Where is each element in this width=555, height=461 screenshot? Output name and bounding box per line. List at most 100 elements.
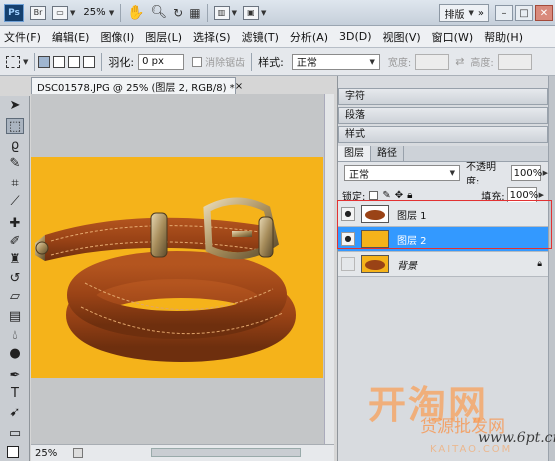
lock-all-icon[interactable]: 🔒︎ <box>407 190 412 201</box>
blend-row: 正常 ▼ 不透明度: 100% ▶ <box>338 162 548 188</box>
maximize-button[interactable]: □ <box>515 5 533 21</box>
eyedropper-tool-icon[interactable]: ⟋ <box>6 194 24 210</box>
tab-layers[interactable]: 图层 <box>338 146 371 161</box>
arrange-documents-button[interactable]: ▥ ▼ <box>213 4 237 22</box>
dodge-tool-icon[interactable]: ● <box>6 346 24 362</box>
minimize-button[interactable]: – <box>495 5 513 21</box>
ruler-icon[interactable]: ▦ <box>189 4 200 22</box>
panel-paragraph[interactable]: 段落 <box>338 107 548 124</box>
antialias-checkbox[interactable] <box>192 56 203 67</box>
new-selection-icon[interactable] <box>38 55 51 68</box>
menu-edit[interactable]: 编辑(E) <box>52 29 90 45</box>
feather-input[interactable]: 0 px <box>138 53 185 70</box>
clone-stamp-tool-icon[interactable]: ♜ <box>6 252 24 268</box>
shape-tool-icon[interactable]: ▭ <box>6 426 24 442</box>
menu-image[interactable]: 图像(I) <box>100 29 134 45</box>
layer-row[interactable]: ● 图层 1 <box>338 202 548 227</box>
move-tool-icon[interactable]: ➤ <box>6 98 24 114</box>
zoom-tool-icon[interactable]: 🔍︎ <box>151 4 168 22</box>
close-button[interactable]: ✕ <box>535 5 553 21</box>
panel-scroll-strip[interactable] <box>548 76 555 461</box>
eraser-tool-icon[interactable]: ▱ <box>6 289 24 305</box>
menu-file[interactable]: 文件(F) <box>4 29 41 45</box>
document-title: DSC01578.JPG @ 25% (图层 2, RGB/8) * <box>37 82 235 94</box>
style-select[interactable]: 正常 ▼ <box>291 53 380 70</box>
canvas[interactable] <box>31 157 323 378</box>
status-bar: 25% <box>31 444 334 461</box>
zoom-status[interactable]: 25% <box>31 448 69 459</box>
vertical-scrollbar[interactable] <box>324 94 334 444</box>
intersect-selection-icon[interactable] <box>83 55 96 68</box>
lock-transparency-icon[interactable] <box>369 190 379 200</box>
menu-help[interactable]: 帮助(H) <box>484 29 523 45</box>
history-brush-tool-icon[interactable]: ↺ <box>6 271 24 287</box>
hand-tool-icon[interactable]: ✋ <box>127 4 144 22</box>
document-tab[interactable]: DSC01578.JPG @ 25% (图层 2, RGB/8) * × <box>31 77 243 94</box>
blend-mode-select[interactable]: 正常 ▼ <box>344 165 461 181</box>
rotate-view-icon[interactable]: ↻ <box>173 4 183 22</box>
healing-brush-tool-icon[interactable]: ✚ <box>6 216 24 232</box>
menu-window[interactable]: 窗口(W) <box>432 29 473 45</box>
pen-tool-icon[interactable]: ✒ <box>6 368 24 384</box>
panel-character[interactable]: 字符 <box>338 88 548 105</box>
layer-row-background[interactable]: 背景 🔒︎ <box>338 252 548 277</box>
visibility-eye-icon[interactable] <box>341 257 355 271</box>
crop-tool-icon[interactable]: ⌗ <box>6 176 24 192</box>
horizontal-scrollbar[interactable] <box>151 448 301 457</box>
menu-layer[interactable]: 图层(L) <box>145 29 182 45</box>
color-swatch[interactable] <box>7 446 19 458</box>
gradient-tool-icon[interactable]: ▤ <box>6 309 24 325</box>
lock-position-icon[interactable]: ✥ <box>395 190 403 201</box>
feather-label: 羽化: <box>108 55 135 69</box>
document-window <box>31 94 334 444</box>
subtract-selection-icon[interactable] <box>68 55 81 68</box>
layer-thumbnail <box>361 230 389 248</box>
fill-input[interactable]: 100% <box>506 187 538 203</box>
opacity-input[interactable]: 100% <box>510 165 542 181</box>
height-label: 高度: <box>470 58 494 69</box>
workspace-switcher[interactable]: 排版 ▼» <box>439 4 489 22</box>
rect-marquee-tool-icon[interactable]: ⬚ <box>6 118 24 134</box>
visibility-eye-icon[interactable]: ● <box>341 207 355 221</box>
menu-bar: 文件(F) 编辑(E) 图像(I) 图层(L) 选择(S) 滤镜(T) 分析(A… <box>0 26 555 48</box>
document-close-icon[interactable]: × <box>235 81 243 92</box>
width-input[interactable] <box>415 53 450 70</box>
layer-name[interactable]: 背景 <box>397 257 417 272</box>
bridge-button[interactable]: Br <box>30 4 46 22</box>
status-info-icon[interactable] <box>73 448 83 458</box>
photoshop-logo: Ps <box>4 3 24 22</box>
visibility-eye-icon[interactable]: ● <box>341 232 355 246</box>
path-select-tool-icon[interactable]: ➹ <box>6 405 24 421</box>
screen-mode-button[interactable]: ▣ ▼ <box>242 4 266 22</box>
marquee-preset-icon[interactable] <box>6 55 20 68</box>
lasso-tool-icon[interactable]: ϱ <box>6 138 24 154</box>
layer-row-selected[interactable]: ● 图层 2 <box>338 227 548 252</box>
menu-3d[interactable]: 3D(D) <box>339 30 372 43</box>
blur-tool-icon[interactable]: 💧︎ <box>6 328 24 344</box>
options-bar: ▼ 羽化: 0 px 消除锯齿 样式: 正常 ▼ 宽度: ⇄ 高度: <box>0 48 555 76</box>
type-tool-icon[interactable]: T <box>6 386 24 402</box>
panel-styles[interactable]: 样式 <box>338 126 548 143</box>
brush-tool-icon[interactable]: ✐ <box>6 234 24 250</box>
menu-filter[interactable]: 滤镜(T) <box>242 29 279 45</box>
height-input[interactable] <box>497 53 532 70</box>
swap-icon[interactable]: ⇄ <box>455 55 464 68</box>
style-label: 样式: <box>258 55 284 69</box>
add-selection-icon[interactable] <box>53 55 66 68</box>
belt-image <box>35 197 296 362</box>
menu-view[interactable]: 视图(V) <box>383 29 421 45</box>
lock-pixels-icon[interactable]: ✎ <box>382 190 390 201</box>
tab-paths[interactable]: 路径 <box>371 146 404 161</box>
antialias-label: 消除锯齿 <box>205 58 246 69</box>
separator <box>120 3 122 22</box>
menu-analysis[interactable]: 分析(A) <box>290 29 328 45</box>
menu-select[interactable]: 选择(S) <box>193 29 231 45</box>
layer-name[interactable]: 图层 2 <box>397 232 427 247</box>
zoom-level[interactable]: 25% ▼ <box>83 7 114 18</box>
view-extras-button[interactable]: ▭ ▼ <box>52 4 75 22</box>
layer-name[interactable]: 图层 1 <box>397 207 427 222</box>
quick-select-tool-icon[interactable]: ✎ <box>6 156 24 172</box>
width-label: 宽度: <box>387 58 412 69</box>
fill-label: 填充: <box>481 191 505 203</box>
watermark-brand: KAITAO.COM <box>430 444 513 455</box>
